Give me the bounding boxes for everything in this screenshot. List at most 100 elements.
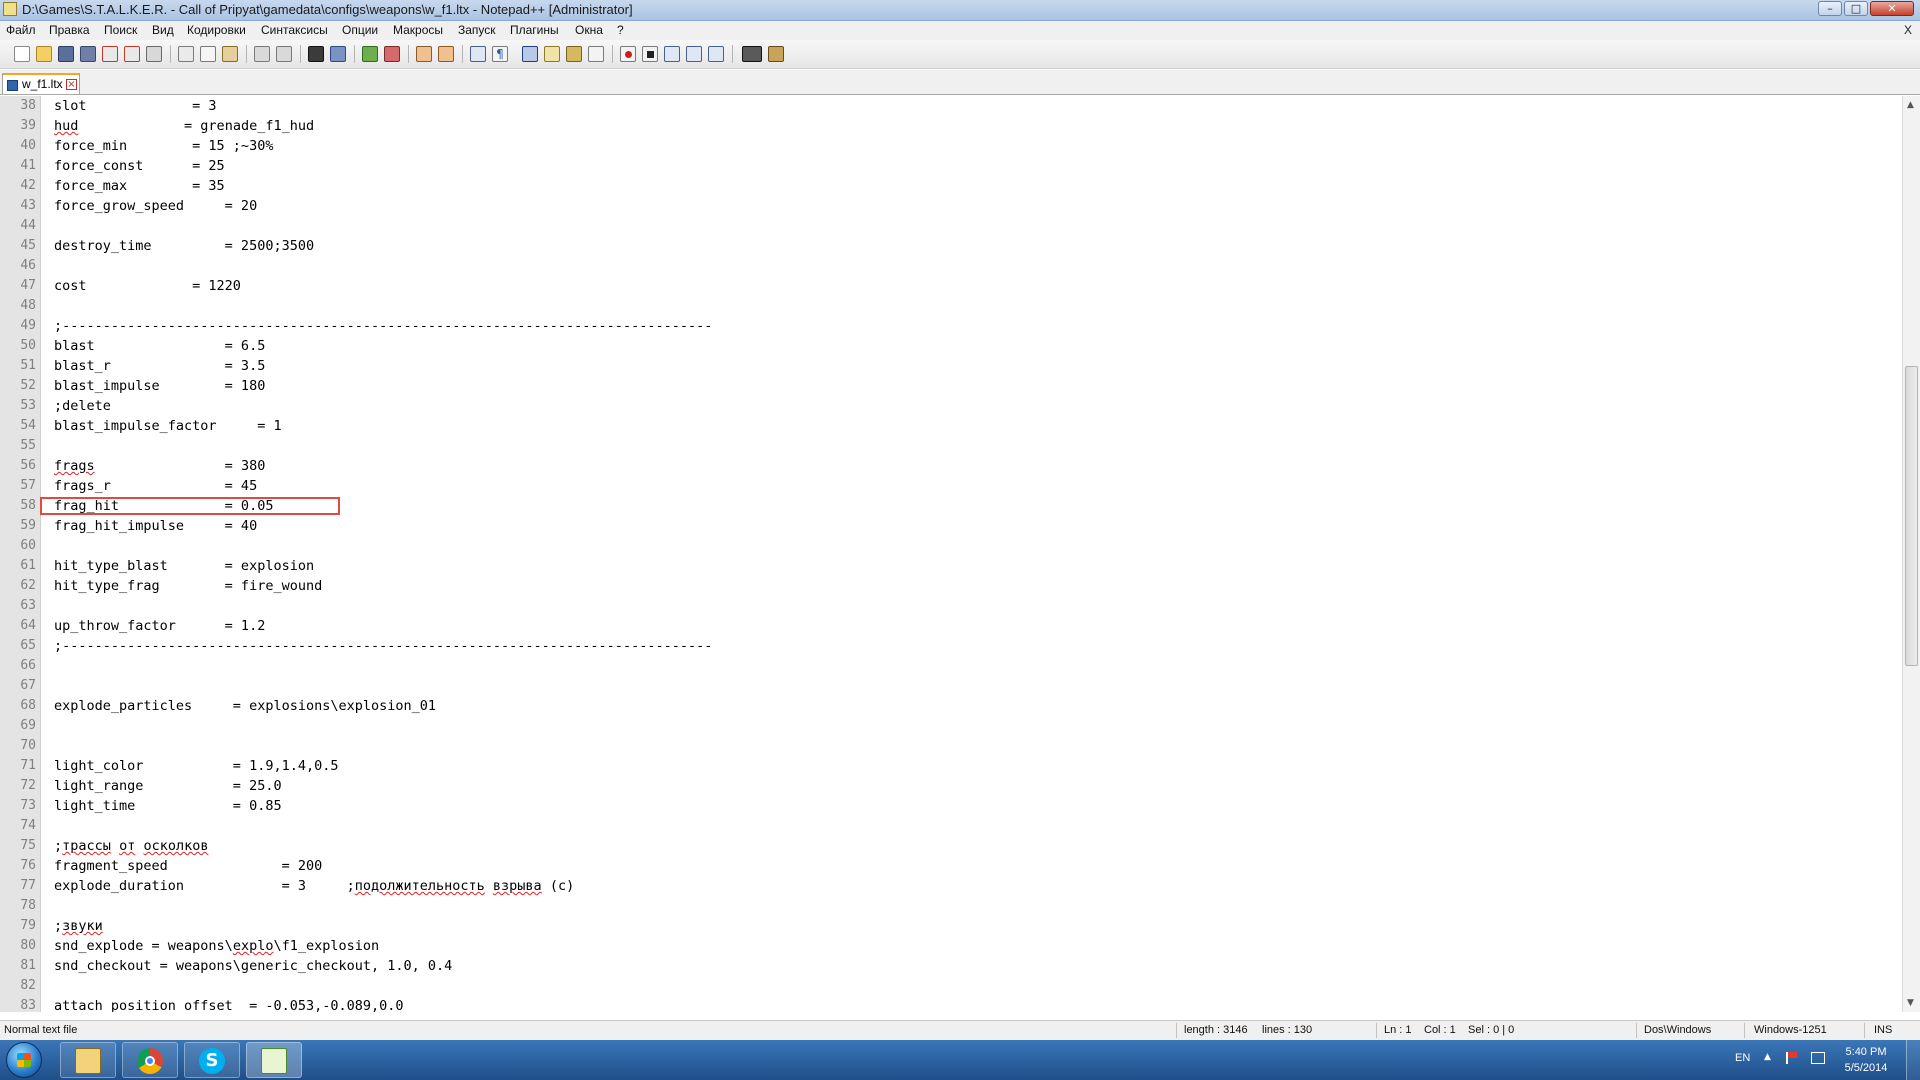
toolbar: ¶ bbox=[0, 40, 1920, 69]
code-line[interactable]: explode_duration = 3 ;подолжительность в… bbox=[54, 876, 574, 896]
close-all-icon[interactable] bbox=[124, 46, 140, 62]
minimize-button[interactable]: – bbox=[1818, 1, 1842, 16]
code-line[interactable]: blast_r = 3.5 bbox=[54, 356, 265, 376]
code-line[interactable]: ;---------------------------------------… bbox=[54, 316, 712, 336]
menu-macro[interactable]: Макросы bbox=[393, 23, 443, 37]
word-wrap-icon[interactable] bbox=[470, 46, 486, 62]
code-line[interactable]: light_time = 0.85 bbox=[54, 796, 282, 816]
menu-view[interactable]: Вид bbox=[152, 23, 174, 37]
menu-edit[interactable]: Правка bbox=[49, 23, 90, 37]
taskbar-chrome[interactable] bbox=[122, 1042, 178, 1078]
menu-file[interactable]: Файл bbox=[6, 23, 36, 37]
record-macro-icon[interactable] bbox=[620, 46, 636, 62]
close-icon[interactable] bbox=[102, 46, 118, 62]
code-line[interactable]: blast = 6.5 bbox=[54, 336, 265, 356]
taskbar-skype[interactable]: S bbox=[184, 1042, 240, 1078]
new-file-icon[interactable] bbox=[14, 46, 30, 62]
cut-icon[interactable] bbox=[178, 46, 194, 62]
save-macro-icon[interactable] bbox=[708, 46, 724, 62]
menu-plugins[interactable]: Плагины bbox=[510, 23, 559, 37]
menu-help[interactable]: ? bbox=[617, 23, 624, 37]
replace-icon[interactable] bbox=[330, 46, 346, 62]
menu-run[interactable]: Запуск bbox=[458, 23, 496, 37]
start-button[interactable] bbox=[6, 1042, 42, 1078]
code-line[interactable]: blast_impulse = 180 bbox=[54, 376, 265, 396]
code-line[interactable]: snd_explode = weapons\explo\f1_explosion bbox=[54, 936, 379, 956]
function-list-icon[interactable] bbox=[588, 46, 604, 62]
scrollbar-thumb[interactable] bbox=[1905, 366, 1918, 666]
taskbar-explorer[interactable] bbox=[60, 1042, 116, 1078]
show-hidden-icons-icon[interactable]: ▲ bbox=[1764, 1052, 1771, 1062]
spellcheck-icon[interactable] bbox=[742, 46, 762, 62]
code-line[interactable]: force_const = 25 bbox=[54, 156, 225, 176]
language-indicator[interactable]: EN bbox=[1735, 1052, 1750, 1064]
show-desktop-button[interactable] bbox=[1906, 1040, 1920, 1080]
action-center-flag-icon[interactable] bbox=[1786, 1052, 1798, 1064]
code-line[interactable]: cost = 1220 bbox=[54, 276, 241, 296]
code-line[interactable]: fragment_speed = 200 bbox=[54, 856, 322, 876]
menu-settings[interactable]: Опции bbox=[342, 23, 378, 37]
menu-language[interactable]: Синтаксисы bbox=[261, 23, 328, 37]
code-line[interactable]: destroy_time = 2500;3500 bbox=[54, 236, 314, 256]
play-macro-icon[interactable] bbox=[664, 46, 680, 62]
code-line[interactable]: slot = 3 bbox=[54, 96, 217, 116]
network-icon[interactable] bbox=[1811, 1052, 1825, 1064]
code-line[interactable]: explode_particles = explosions\explosion… bbox=[54, 696, 436, 716]
print-icon[interactable] bbox=[146, 46, 162, 62]
clock-date[interactable]: 5/5/2014 bbox=[1830, 1062, 1902, 1074]
code-line[interactable]: force_min = 15 ;~30% bbox=[54, 136, 273, 156]
code-line[interactable]: force_max = 35 bbox=[54, 176, 225, 196]
sync-h-icon[interactable] bbox=[438, 46, 454, 62]
code-line[interactable]: snd_checkout = weapons\generic_checkout,… bbox=[54, 956, 452, 976]
code-line[interactable]: attach_position_offset = -0.053,-0.089,0… bbox=[54, 996, 404, 1012]
open-file-icon[interactable] bbox=[36, 46, 52, 62]
code-line[interactable]: light_color = 1.9,1.4,0.5 bbox=[54, 756, 338, 776]
status-encoding: Windows-1251 bbox=[1754, 1024, 1827, 1036]
code-line[interactable]: blast_impulse_factor = 1 bbox=[54, 416, 282, 436]
taskbar-notepadpp[interactable] bbox=[246, 1042, 302, 1078]
code-line[interactable]: light_range = 25.0 bbox=[54, 776, 282, 796]
redo-icon[interactable] bbox=[276, 46, 292, 62]
code-line[interactable]: hud = grenade_f1_hud bbox=[54, 116, 314, 136]
clipboard-history-icon[interactable] bbox=[768, 46, 784, 62]
zoom-out-icon[interactable] bbox=[384, 46, 400, 62]
menu-encoding[interactable]: Кодировки bbox=[187, 23, 246, 37]
code-line[interactable]: ;---------------------------------------… bbox=[54, 636, 712, 656]
close-document-x[interactable]: X bbox=[1904, 23, 1912, 37]
code-line[interactable]: ;delete bbox=[54, 396, 111, 416]
run-macro-multiple-icon[interactable] bbox=[686, 46, 702, 62]
code-line[interactable]: force_grow_speed = 20 bbox=[54, 196, 257, 216]
tab-close-icon[interactable]: × bbox=[66, 79, 77, 90]
code-line[interactable]: up_throw_factor = 1.2 bbox=[54, 616, 265, 636]
paste-icon[interactable] bbox=[222, 46, 238, 62]
stop-record-icon[interactable] bbox=[642, 46, 658, 62]
copy-icon[interactable] bbox=[200, 46, 216, 62]
close-window-button[interactable]: ✕ bbox=[1870, 1, 1914, 16]
save-icon[interactable] bbox=[58, 46, 74, 62]
menu-window[interactable]: Окна bbox=[575, 23, 603, 37]
code-line[interactable]: hit_type_frag = fire_wound bbox=[54, 576, 322, 596]
tab-w-f1-ltx[interactable]: w_f1.ltx × bbox=[2, 73, 80, 94]
menu-search[interactable]: Поиск bbox=[104, 23, 137, 37]
code-line[interactable]: ;трассы от осколков bbox=[54, 836, 209, 856]
indent-guide-icon[interactable] bbox=[522, 46, 538, 62]
editor-area[interactable]: 38 39 40 41 42 43 44 45 46 47 48 49 50 51 52 53 54 55 56 57… bbox=[0, 96, 1902, 1012]
lang-udl-icon[interactable] bbox=[544, 46, 560, 62]
save-all-icon[interactable] bbox=[80, 46, 96, 62]
code-line[interactable]: frags_r = 45 bbox=[54, 476, 257, 496]
maximize-button[interactable]: □ bbox=[1844, 1, 1868, 16]
sync-v-icon[interactable] bbox=[416, 46, 432, 62]
scroll-down-arrow-icon[interactable]: ▼ bbox=[1907, 998, 1914, 1008]
code-line[interactable]: frag_hit_impulse = 40 bbox=[54, 516, 257, 536]
code-line[interactable]: ;звуки bbox=[54, 916, 103, 936]
clock-time[interactable]: 5:40 PM bbox=[1830, 1046, 1902, 1058]
undo-icon[interactable] bbox=[254, 46, 270, 62]
code-line[interactable]: hit_type_blast = explosion bbox=[54, 556, 314, 576]
doc-map-icon[interactable] bbox=[566, 46, 582, 62]
scroll-up-arrow-icon[interactable]: ▲ bbox=[1907, 100, 1914, 110]
code-line[interactable]: frags = 380 bbox=[54, 456, 265, 476]
find-icon[interactable] bbox=[308, 46, 324, 62]
vertical-scrollbar[interactable]: ▲ ▼ bbox=[1902, 96, 1920, 1012]
show-all-chars-icon[interactable]: ¶ bbox=[492, 46, 508, 62]
zoom-in-icon[interactable] bbox=[362, 46, 378, 62]
